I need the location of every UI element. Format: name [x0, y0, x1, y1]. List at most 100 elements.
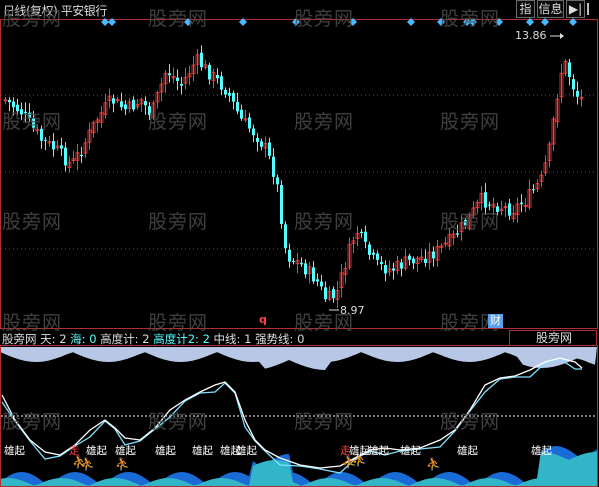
candle-body-down — [304, 263, 307, 275]
watermark: 股旁网 — [440, 411, 501, 433]
watermark: 股旁网 — [294, 411, 355, 433]
candle-body-down — [280, 185, 283, 224]
high-price-label: 13.86 — [515, 29, 547, 42]
xiongqi-label: 雄起 — [86, 445, 107, 457]
zhong-value: 1 — [244, 332, 252, 346]
xiongqi-label: 雄起 — [400, 445, 421, 457]
watermark: 股旁网 — [2, 8, 63, 30]
hai-value: 0 — [89, 332, 97, 346]
candle-body-down — [120, 101, 123, 108]
xiongqi-label: 雄起 — [531, 445, 552, 457]
gaodu2-value: 2 — [202, 332, 210, 346]
candle-body-down — [392, 268, 395, 271]
candle-body-down — [200, 52, 203, 68]
candle-body-down — [224, 90, 227, 95]
candle-body-down — [400, 262, 403, 269]
candle-body-down — [240, 109, 243, 119]
candlesticks — [3, 45, 584, 309]
candle-body-down — [572, 79, 575, 90]
candle-body-down — [124, 104, 127, 110]
candle-body-down — [316, 279, 319, 282]
qiang-label: 强势线: — [255, 332, 294, 346]
candle-body-down — [520, 202, 523, 205]
candle-body-down — [80, 154, 83, 156]
indicator-legend: 股旁网 天: 2 海: 0 高度计: 2 高度计2: 2 中线: 1 强势线: … — [2, 331, 304, 347]
gaodu2-label: 高度计2: — [153, 332, 199, 346]
candle-body-down — [368, 244, 371, 255]
zou-label: 走 — [69, 445, 80, 457]
candle-body-down — [168, 73, 171, 76]
candle-body-down — [284, 224, 287, 249]
watermark: 股旁网 — [440, 211, 501, 233]
indicator-select-label: 股旁网 — [536, 331, 573, 345]
candle-body-down — [332, 289, 335, 299]
xiongqi-label: 雄起 — [368, 445, 389, 457]
gaodu-value: 2 — [142, 332, 150, 346]
zhong-label: 中线: — [213, 332, 241, 346]
candle-body-down — [324, 287, 327, 300]
candle-body-down — [64, 147, 67, 166]
candle-body-down — [372, 252, 375, 255]
candle-body-down — [272, 156, 275, 177]
candle-body-down — [52, 141, 55, 150]
xiongqi-label: 雄起 — [236, 445, 257, 457]
watermark: 股旁网 — [2, 211, 63, 233]
hai-label: 海: — [70, 332, 86, 346]
indicator-name: 股旁网 — [2, 332, 37, 346]
watermark: 股旁网 — [440, 111, 501, 133]
candle-body-down — [576, 90, 579, 97]
high-pointer-arrow — [560, 33, 564, 39]
candle-body-down — [568, 62, 571, 77]
candle-body-down — [412, 258, 415, 264]
candle-body-down — [252, 128, 255, 136]
sky-band-area — [1, 347, 597, 370]
candle-body-down — [268, 142, 271, 156]
watermark: 股旁网 — [2, 111, 63, 133]
tian-value: 2 — [59, 332, 67, 346]
candle-body-down — [276, 177, 279, 185]
candle-body-down — [360, 231, 363, 234]
candle-body-down — [424, 258, 427, 263]
candle-body-down — [232, 92, 235, 102]
runner-icon: ⛹ — [80, 456, 95, 471]
watermark: 股旁网 — [148, 8, 209, 30]
xiongqi-label: 雄起 — [115, 445, 136, 457]
candle-body-down — [176, 77, 179, 81]
candle-body-down — [408, 255, 411, 260]
candle-body-down — [236, 101, 239, 112]
watermark: 股旁网 — [294, 211, 355, 233]
watermark: 股旁网 — [148, 111, 209, 133]
candle-body-down — [208, 64, 211, 80]
watermark: 股旁网 — [2, 411, 63, 433]
finance-badge[interactable]: 财 — [488, 314, 503, 328]
candle-body-down — [320, 281, 323, 287]
candle-body-down — [380, 261, 383, 265]
candle-body-down — [292, 260, 295, 262]
candle-body-down — [300, 262, 303, 265]
tian-label: 天: — [40, 332, 56, 346]
xiongqi-label: 雄起 — [192, 445, 213, 457]
qiang-value: 0 — [297, 332, 305, 346]
xiongqi-label: 雄起 — [4, 445, 25, 457]
candle-body-down — [220, 76, 223, 90]
candle-body-down — [60, 145, 63, 149]
watermark: 股旁网 — [148, 211, 209, 233]
candle-body-down — [312, 267, 315, 282]
candle-body-down — [364, 231, 367, 242]
runner-icon: ⛹ — [115, 456, 130, 471]
watermark: 股旁网 — [294, 8, 355, 30]
candle-body-down — [488, 204, 491, 206]
candle-body-down — [248, 117, 251, 129]
q-marker: q — [259, 313, 267, 326]
watermark: 股旁网 — [148, 411, 209, 433]
candle-body-down — [8, 99, 11, 103]
zou-label: 走 — [340, 445, 351, 457]
candle-body-down — [384, 265, 387, 274]
watermark: 股旁网 — [440, 8, 501, 30]
low-price-label: 8.97 — [340, 304, 365, 317]
indicator-select-box[interactable]: 股旁网 — [509, 330, 597, 346]
price-panel-frame — [0, 19, 598, 329]
candle-body-down — [260, 141, 263, 147]
candle-body-down — [112, 98, 115, 104]
xiongqi-label: 雄起 — [457, 445, 478, 457]
